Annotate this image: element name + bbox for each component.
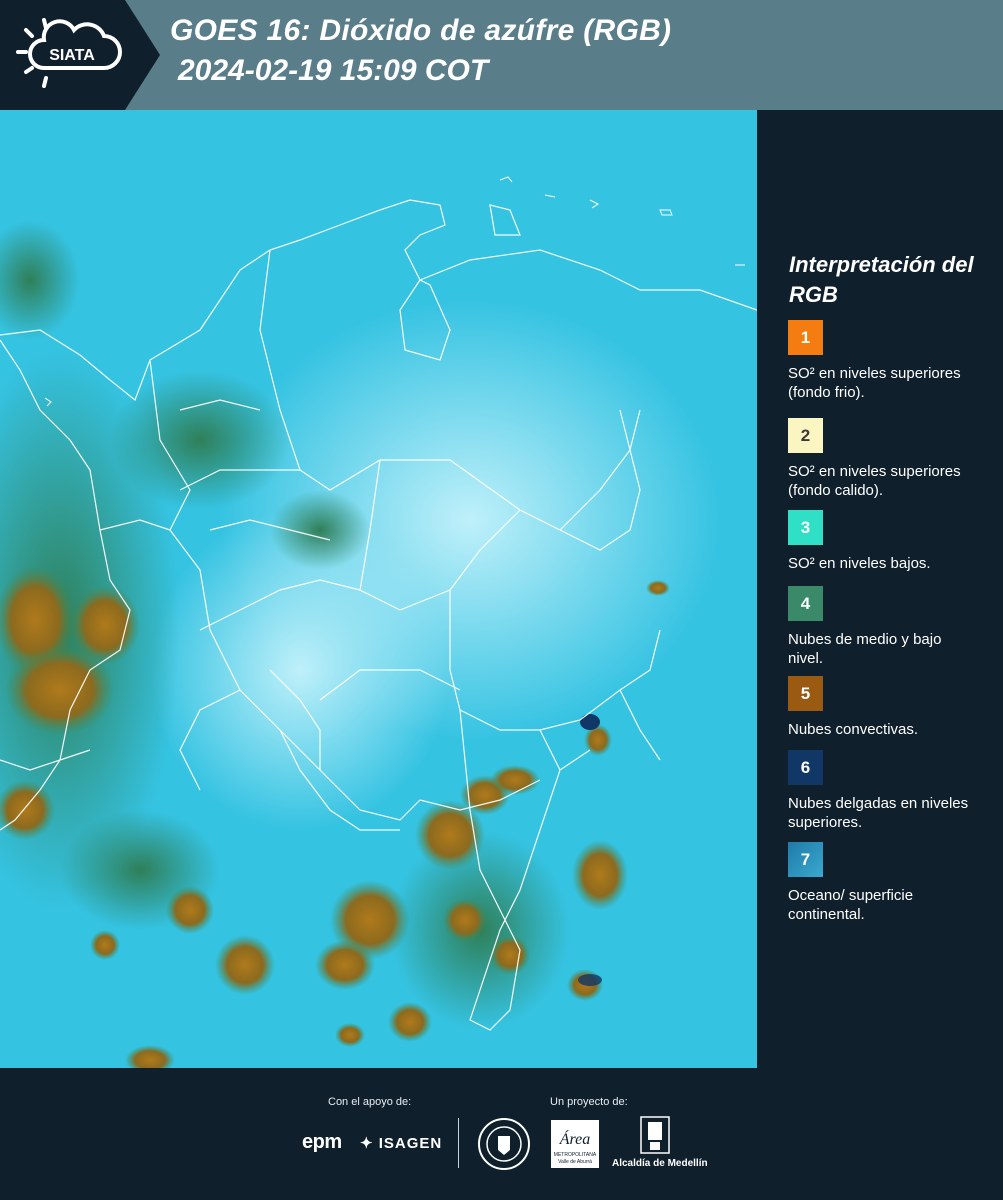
area-sub2: Valle de Aburrá xyxy=(558,1159,592,1165)
legend-label: Nubes de medio y bajo nivel. xyxy=(788,631,942,667)
legend-number: 7 xyxy=(800,849,811,869)
epm-logo: epm xyxy=(302,1131,342,1153)
legend-swatch: 4 xyxy=(788,586,823,621)
convective-cloud xyxy=(443,898,487,942)
legend-swatch: 5 xyxy=(788,676,823,711)
medellin-crest-icon xyxy=(640,1116,670,1154)
convective-cloud xyxy=(166,886,214,934)
legend-number: 4 xyxy=(800,593,811,613)
legend-label: SO² en niveles superiores (fondo calido)… xyxy=(788,463,961,499)
cloud-area xyxy=(270,490,370,570)
legend-label: Oceano/ superficie continental. xyxy=(788,887,914,923)
logo-text: SIATA xyxy=(49,47,95,64)
legend-swatch: 6 xyxy=(788,750,823,785)
legend-label: Nubes convectivas. xyxy=(788,721,919,738)
area-text: Área xyxy=(559,1129,591,1148)
legend-number: 2 xyxy=(800,425,811,445)
legend-number: 5 xyxy=(800,683,811,703)
legend-number: 6 xyxy=(800,757,811,777)
legend-label: Nubes delgadas en niveles superiores. xyxy=(788,795,969,831)
legend-number: 1 xyxy=(800,327,811,347)
legend-label: SO² en niveles superiores (fondo frio). xyxy=(788,365,961,401)
legend-panel: Interpretación del RGB 1 SO² en niveles … xyxy=(757,110,1003,1068)
legend-swatch: 7 xyxy=(788,842,823,877)
legend-item: 7 Oceano/ superficie continental. xyxy=(788,842,988,924)
map-svg xyxy=(0,110,757,1068)
convective-cloud xyxy=(215,935,275,995)
footer-divider xyxy=(458,1118,459,1168)
page-timestamp: 2024-02-19 15:09 COT xyxy=(178,54,489,87)
legend-item: 5 Nubes convectivas. xyxy=(788,676,988,739)
legend-item: 6 Nubes delgadas en niveles superiores. xyxy=(788,750,988,832)
convective-cloud xyxy=(490,765,540,795)
legend-title: Interpretación del RGB xyxy=(789,252,974,307)
antioquia-seal-icon xyxy=(478,1118,530,1170)
convective-cloud xyxy=(388,1002,432,1042)
cloud-area xyxy=(110,370,290,510)
convective-cloud xyxy=(572,840,628,910)
legend-label: SO² en niveles bajos. xyxy=(788,555,931,572)
thin-cloud xyxy=(578,974,602,986)
satellite-map xyxy=(0,110,757,1068)
legend-item: 1 SO² en niveles superiores (fondo frio)… xyxy=(788,320,988,402)
footer-bar: Con el apoyo de: Un proyecto de: epm ✦ I… xyxy=(0,1068,1003,1200)
convective-cloud xyxy=(5,645,115,735)
legend-item: 4 Nubes de medio y bajo nivel. xyxy=(788,586,988,668)
thin-cloud xyxy=(580,714,600,730)
legend-item: 2 SO² en niveles superiores (fondo calid… xyxy=(788,418,988,514)
siata-logo: SIATA xyxy=(16,18,122,88)
area-sub: METROPOLITANA xyxy=(554,1152,597,1158)
page-title: GOES 16: Dióxido de azúfre (RGB) xyxy=(170,14,672,47)
isagen-logo: ✦ ISAGEN xyxy=(360,1135,443,1152)
convective-cloud xyxy=(90,930,120,960)
convective-cloud xyxy=(335,1023,365,1047)
legend-item: 3 SO² en niveles bajos. xyxy=(788,510,988,573)
legend-number: 3 xyxy=(800,517,811,537)
medellin-label: Alcaldía de Medellín xyxy=(612,1158,708,1169)
isagen-text: ISAGEN xyxy=(378,1135,443,1152)
convective-cloud xyxy=(315,940,375,990)
legend-swatch: 3 xyxy=(788,510,823,545)
convective-cloud xyxy=(646,580,670,596)
area-metropolitana-logo: Área METROPOLITANA Valle de Aburrá xyxy=(551,1120,599,1168)
support-label: Con el apoyo de: xyxy=(328,1096,412,1108)
header-bar: SIATA GOES 16: Dióxido de azúfre (RGB) 2… xyxy=(0,0,1003,110)
project-label: Un proyecto de: xyxy=(550,1096,628,1108)
legend-swatch: 2 xyxy=(788,418,823,453)
legend-swatch: 1 xyxy=(788,320,823,355)
